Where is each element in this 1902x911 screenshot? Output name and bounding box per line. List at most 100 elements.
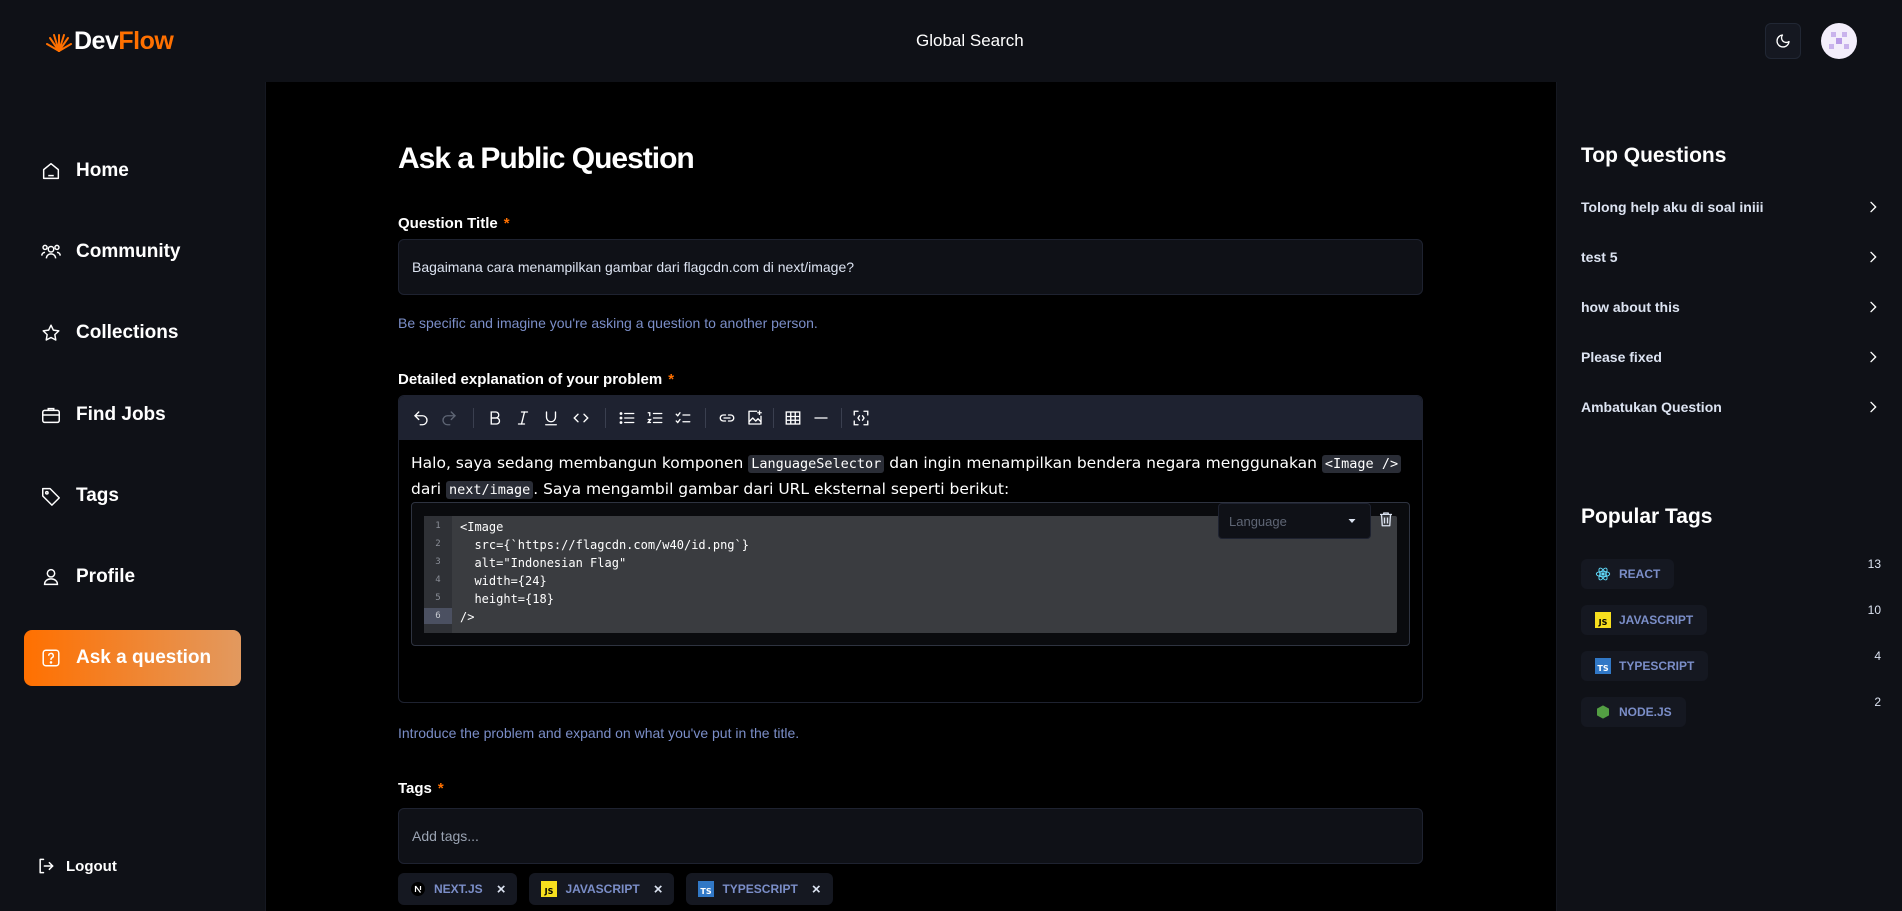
language-select[interactable]: Language [1218,503,1371,539]
typescript-icon: TS [698,881,715,897]
selected-tag-nextjs[interactable]: NEXT.JS × [398,873,518,905]
page-title: Ask a Public Question [398,142,695,175]
bullet-list-icon[interactable] [617,408,637,428]
code-line: /> [460,610,475,624]
undo-icon[interactable] [411,408,431,428]
sidebar-item-label: Tags [76,485,119,506]
code-block[interactable]: 1 2 3 4 5 6 <Image src={`https://flagcdn… [411,502,1410,646]
line-number: 2 [435,539,441,549]
line-number: 6 [424,608,452,624]
users-icon [40,241,62,263]
line-number: 1 [435,521,441,531]
tags-label: Tags * [398,780,444,797]
popular-tag-row[interactable]: REACT 13 [1581,557,1881,589]
editor-paragraph[interactable]: Halo, saya sedang membangun komponen Lan… [411,451,1411,503]
explanation-hint: Introduce the problem and expand on what… [398,725,800,741]
tag-count: 2 [1874,695,1881,709]
theme-toggle-button[interactable] [1765,23,1801,59]
sidebar-item-find-jobs[interactable]: Find Jobs [24,387,241,443]
tag-label: TYPESCRIPT [1619,659,1695,673]
checklist-icon[interactable] [673,408,693,428]
question-title-label: Question Title * [398,215,510,232]
popular-tag-row[interactable]: JS JAVASCRIPT 10 [1581,603,1881,635]
logout-button[interactable]: Logout [36,856,117,876]
sidebar-item-tags[interactable]: Tags [24,468,241,524]
remove-tag-icon[interactable]: × [497,881,506,898]
right-sidebar: Top Questions Tolong help aku di soal in… [1556,82,1902,911]
tag-label: JAVASCRIPT [1619,613,1694,627]
sidebar-item-label: Community [76,241,181,262]
top-question-item[interactable]: Please fixed [1581,346,1881,368]
code-icon[interactable] [571,408,591,428]
logout-label: Logout [66,857,117,875]
tags-input[interactable]: Add tags... [398,808,1423,864]
top-question-item[interactable]: Ambatukan Question [1581,396,1881,418]
editor-toolbar [399,396,1422,440]
tag-count: 4 [1874,649,1881,663]
svg-text:TS: TS [1597,664,1608,673]
chevron-right-icon [1870,301,1877,313]
sidebar-item-label: Find Jobs [76,404,166,425]
toolbar-divider [705,408,706,428]
sidebar-item-label: Home [76,160,129,181]
popular-tag-nodejs[interactable]: NODE.JS [1581,697,1686,727]
code-line: height={18} [460,592,554,606]
tag-count: 10 [1867,603,1881,617]
trash-icon[interactable] [1377,510,1397,530]
link-icon[interactable] [717,408,737,428]
sidebar-item-label: Profile [76,566,136,587]
global-search[interactable]: Global Search [916,31,1024,51]
nextjs-icon [410,881,426,897]
code-line: <Image [460,520,504,534]
popular-tag-typescript[interactable]: TS TYPESCRIPT [1581,651,1709,681]
table-icon[interactable] [783,408,803,428]
top-question-item[interactable]: Tolong help aku di soal iniii [1581,196,1881,218]
left-sidebar: Home Community Collections Find Jobs Tag… [0,82,266,911]
bold-icon[interactable] [485,408,505,428]
sidebar-item-profile[interactable]: Profile [24,549,241,605]
required-mark: * [437,780,444,797]
line-number: 3 [435,557,441,567]
chevron-right-icon [1870,251,1877,263]
popular-tag-javascript[interactable]: JS JAVASCRIPT [1581,605,1708,635]
selected-tag-typescript[interactable]: TS TYPESCRIPT × [686,873,833,905]
required-mark: * [503,215,510,232]
popular-tag-react[interactable]: REACT [1581,559,1675,589]
home-icon [40,160,62,182]
question-title-input[interactable]: Bagaimana cara menampilkan gambar dari f… [398,239,1423,295]
line-number: 5 [435,593,441,603]
inline-code: <Image /> [1321,455,1402,473]
inline-code: next/image [445,481,534,499]
sidebar-item-collections[interactable]: Collections [24,305,241,361]
selected-tag-javascript[interactable]: JS JAVASCRIPT × [529,873,675,905]
sidebar-item-community[interactable]: Community [24,224,241,280]
sidebar-item-ask-question[interactable]: Ask a question [24,630,241,686]
image-icon[interactable] [745,408,765,428]
popular-tag-row[interactable]: NODE.JS 2 [1581,695,1881,727]
redo-icon[interactable] [439,408,459,428]
svg-text:TS: TS [701,887,712,896]
rich-text-editor[interactable]: Halo, saya sedang membangun komponen Lan… [398,395,1423,703]
logo[interactable]: DevFlow [46,27,174,56]
top-question-item[interactable]: test 5 [1581,246,1881,268]
tag-icon [40,485,62,507]
top-question-item[interactable]: how about this [1581,296,1881,318]
remove-tag-icon[interactable]: × [812,881,821,898]
logout-icon [36,856,56,876]
briefcase-icon [40,404,62,426]
user-icon [40,566,62,588]
italic-icon[interactable] [513,408,533,428]
toolbar-divider [773,408,774,428]
avatar[interactable] [1821,23,1857,59]
numbered-list-icon[interactable] [645,408,665,428]
fullscreen-icon[interactable] [851,408,871,428]
tag-label: JAVASCRIPT [565,882,640,896]
horizontal-rule-icon[interactable] [811,408,831,428]
tag-label: NODE.JS [1619,705,1672,719]
popular-tags-title: Popular Tags [1581,505,1713,528]
remove-tag-icon[interactable]: × [654,881,663,898]
underline-icon[interactable] [541,408,561,428]
popular-tag-row[interactable]: TS TYPESCRIPT 4 [1581,649,1881,681]
avatar-identicon [1829,32,1849,49]
sidebar-item-home[interactable]: Home [24,143,241,199]
